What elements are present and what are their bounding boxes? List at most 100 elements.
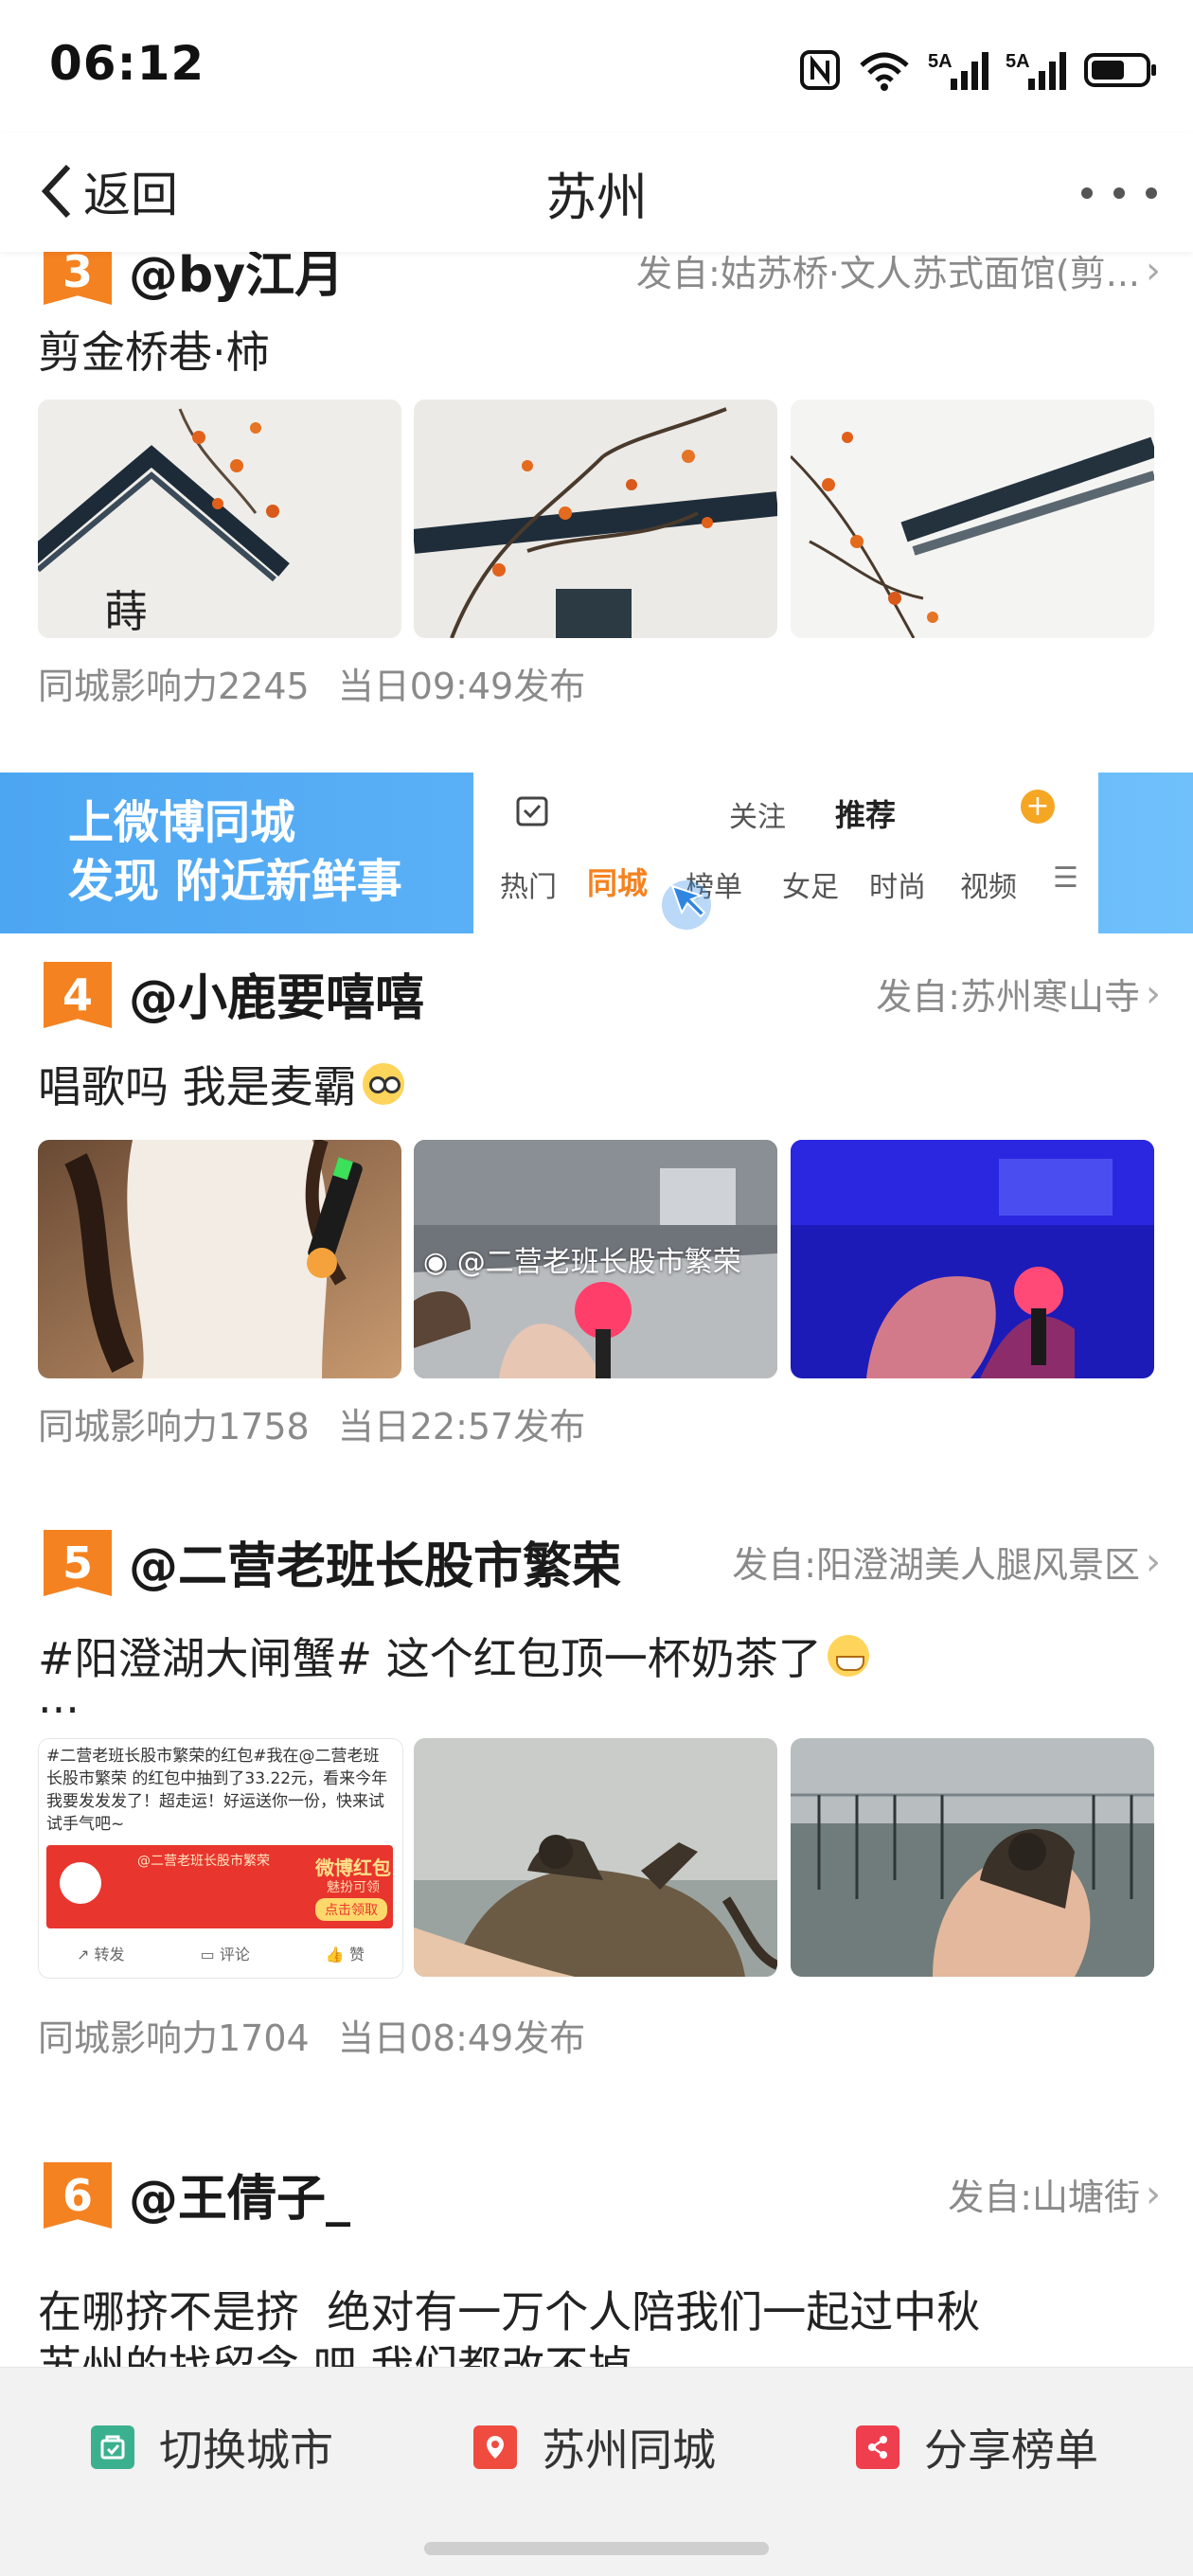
svg-text:蒔: 蒔 — [104, 586, 148, 637]
post-source[interactable]: 发自:苏州寒山寺 › — [876, 968, 1161, 1020]
post-image[interactable] — [414, 1738, 777, 1977]
nav-bar: 返回 苏州 — [0, 133, 1193, 252]
post-image-card[interactable]: #二营老班长股市繁荣的红包#我在@二营老班长股市繁荣 的红包中抽到了33.22元… — [38, 1738, 403, 1979]
influence-score: 同城影响力1758 — [38, 1406, 310, 1448]
home-indicator[interactable] — [424, 2542, 769, 2555]
chevron-right-icon: › — [1146, 1539, 1161, 1584]
influence-score: 同城影响力1704 — [38, 2017, 310, 2059]
post-image[interactable] — [791, 1140, 1154, 1378]
banner-line1: 上微博同城 — [68, 796, 296, 849]
weibo-logo-icon: ◉ — [423, 1246, 457, 1279]
post-source[interactable]: 发自:姑苏桥·文人苏式面馆(剪... › — [636, 252, 1161, 296]
post-text-row: #阳澄湖大闸蟹# 这个红包顶一杯奶茶了 — [38, 1625, 869, 1687]
banner-tab-follow: 关注 — [729, 801, 786, 834]
post-text: 在哪挤不是挤 绝对有一万个人陪我们一起过中秋 — [38, 2286, 981, 2337]
svg-text:5A: 5A — [1006, 51, 1030, 72]
wifi-icon — [860, 52, 909, 91]
rank-badge: 3 — [44, 252, 112, 305]
username[interactable]: @by江月 — [129, 252, 344, 306]
rank-badge: 6 — [44, 2162, 112, 2229]
local-city-button[interactable]: 苏州同城 — [473, 2409, 716, 2485]
plus-icon: + — [1021, 790, 1055, 824]
post-item[interactable]: 3 @by江月 发自:姑苏桥·文人苏式面馆(剪... › 剪金桥巷·柿 蒔 同城… — [0, 252, 1193, 709]
nfc-icon — [800, 50, 840, 90]
post-text-more[interactable]: ... — [38, 1672, 80, 1723]
more-dot-icon — [1081, 187, 1093, 199]
post-image[interactable] — [791, 1738, 1154, 1977]
calendar-icon — [516, 796, 548, 826]
post-text: 唱歌吗 我是麦霸 — [38, 1061, 357, 1112]
banner-preview: 关注 推荐 + 热门 同城 榜单 女足 时尚 视频 ☰ — [473, 773, 1098, 933]
rank-badge: 5 — [44, 1530, 112, 1596]
post-image[interactable] — [414, 400, 777, 638]
switch-city-button[interactable]: 切换城市 — [91, 2409, 333, 2485]
signal-5a-icon: 5A — [928, 51, 988, 90]
post-text: 剪金桥巷·柿 — [38, 327, 270, 378]
post-meta: 同城影响力2245 当日09:49发布 — [38, 657, 614, 709]
username[interactable]: @王倩子_ — [129, 2159, 350, 2230]
post-text-line2: 苏州的找留念 吧 我们都改不掉 — [38, 2341, 632, 2367]
banner-tab-recommend: 推荐 — [835, 797, 897, 833]
post-text-row: 唱歌吗 我是麦霸 — [38, 1053, 404, 1115]
post-item[interactable]: 5 @二营老班长股市繁荣 发自:阳澄湖美人腿风景区 › #阳澄湖大闸蟹# 这个红… — [0, 1511, 1193, 2136]
like-action: 👍 赞 — [325, 1945, 365, 1963]
avatar — [60, 1862, 101, 1904]
post-item[interactable]: 4 @小鹿要嘻嘻 发自:苏州寒山寺 › 唱歌吗 我是麦霸 ◉ @二营老班长股市繁… — [0, 933, 1193, 1511]
chevron-right-icon: › — [1146, 2172, 1161, 2216]
watermark: ◉ @二营老班长股市繁荣 — [423, 1238, 741, 1280]
red-packet-title: 微博红包 — [315, 1856, 391, 1879]
post-text: #阳澄湖大闸蟹# 这个红包顶一杯奶茶了 — [38, 1633, 822, 1684]
location-pin-icon — [473, 2425, 517, 2469]
red-packet-sub: 魅扮可领 — [327, 1880, 380, 1895]
promo-banner[interactable]: 上微博同城 发现 附近新鲜事 关注 推荐 + 热门 同城 榜单 女足 时尚 视频… — [0, 773, 1193, 933]
post-image[interactable]: ◉ @二营老班长股市繁荣 — [414, 1140, 777, 1378]
banner-line2: 发现 附近新鲜事 — [68, 855, 402, 908]
banner-tab: 同城 — [587, 865, 649, 901]
post-source-label: 发自:苏州寒山寺 — [876, 976, 1140, 1018]
red-packet-button: 点击领取 — [315, 1898, 387, 1921]
banner-tab: 热门 — [500, 871, 557, 904]
red-packet: @二营老班长股市繁荣 微博红包 魅扮可领 点击领取 — [46, 1845, 393, 1928]
banner-tab: 女足 — [782, 871, 839, 904]
share-ranking-label: 分享榜单 — [924, 2425, 1098, 2476]
post-image[interactable]: 蒔 — [38, 400, 401, 638]
post-image[interactable] — [791, 400, 1154, 638]
post-meta: 同城影响力1704 当日08:49发布 — [38, 2009, 614, 2061]
username[interactable]: @二营老班长股市繁荣 — [129, 1526, 621, 1597]
share-ranking-button[interactable]: 分享榜单 — [856, 2409, 1098, 2485]
hand-pointer-icon — [662, 880, 711, 930]
share-icon — [856, 2425, 899, 2469]
red-packet-user: @二营老班长股市繁荣 — [137, 1854, 270, 1869]
comment-action: ▭ 评论 — [200, 1945, 250, 1963]
local-city-label: 苏州同城 — [542, 2425, 716, 2476]
post-source-label: 发自:姑苏桥·文人苏式面馆(剪... — [636, 253, 1140, 294]
banner-tab: 时尚 — [869, 871, 926, 904]
battery-icon — [1084, 53, 1156, 87]
post-meta: 同城影响力1758 当日22:57发布 — [38, 1397, 614, 1449]
page-title: 苏州 — [545, 168, 648, 227]
post-source-label: 发自:山塘街 — [948, 2176, 1140, 2218]
emoji-icon — [362, 1063, 404, 1105]
more-button[interactable] — [1081, 174, 1157, 212]
post-source[interactable]: 发自:阳澄湖美人腿风景区 › — [732, 1536, 1161, 1588]
post-image[interactable] — [38, 1140, 401, 1378]
card-actions: ↗ 转发 ▭ 评论 👍 赞 — [39, 1942, 402, 1964]
menu-icon: ☰ — [1053, 862, 1078, 895]
username[interactable]: @小鹿要嘻嘻 — [129, 958, 424, 1029]
post-time: 当日22:57发布 — [337, 1406, 586, 1448]
influence-score: 同城影响力2245 — [38, 666, 310, 707]
post-source-label: 发自:阳澄湖美人腿风景区 — [732, 1544, 1140, 1586]
status-bar: 06:12 5A 5A — [0, 0, 1193, 133]
post-item[interactable]: 6 @王倩子_ 发自:山塘街 › 在哪挤不是挤 绝对有一万个人陪我们一起过中秋 … — [0, 2136, 1193, 2367]
city-switch-icon — [91, 2425, 134, 2469]
switch-city-label: 切换城市 — [159, 2425, 333, 2476]
chevron-right-icon: › — [1146, 252, 1161, 293]
post-time: 当日08:49发布 — [337, 2017, 586, 2059]
signal-5a-icon-2: 5A — [1006, 51, 1066, 90]
watermark-text: @二营老班长股市繁荣 — [456, 1246, 741, 1279]
chevron-right-icon: › — [1146, 971, 1161, 1016]
feed: 3 @by江月 发自:姑苏桥·文人苏式面馆(剪... › 剪金桥巷·柿 蒔 同城… — [0, 252, 1193, 2367]
card-text: #二营老班长股市繁荣的红包#我在@二营老班长股市繁荣 的红包中抽到了33.22元… — [46, 1747, 388, 1834]
banner-tab: 视频 — [960, 871, 1017, 904]
post-source[interactable]: 发自:山塘街 › — [948, 2168, 1161, 2220]
